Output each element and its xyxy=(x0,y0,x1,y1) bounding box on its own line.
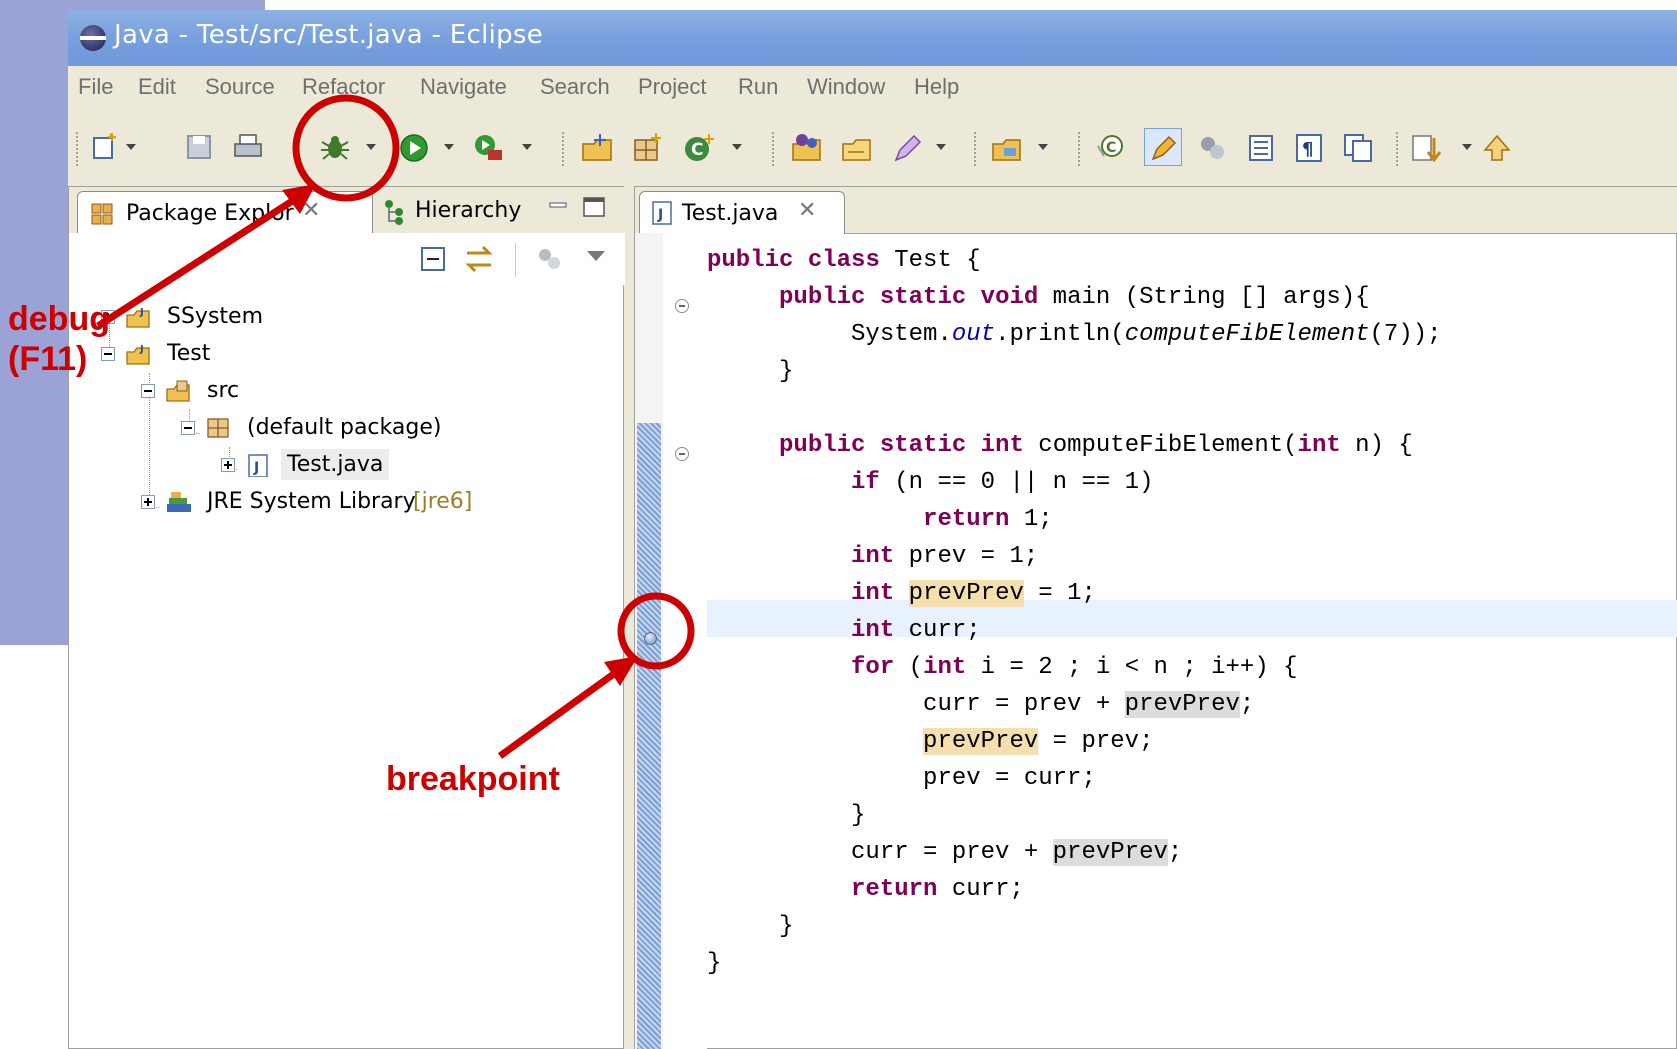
debug-annotation-label: debug xyxy=(8,300,110,338)
debug-shortcut-label: (F11) xyxy=(8,340,88,378)
debug-arrow xyxy=(96,193,302,329)
breakpoint-arrow xyxy=(497,665,625,759)
debug-arrowhead xyxy=(282,184,316,214)
breakpoint-annotation-label: breakpoint xyxy=(386,760,560,798)
debug-highlight-circle xyxy=(292,94,400,202)
breakpoint-highlight-circle xyxy=(617,592,695,670)
annotation-overlay xyxy=(96,94,695,759)
